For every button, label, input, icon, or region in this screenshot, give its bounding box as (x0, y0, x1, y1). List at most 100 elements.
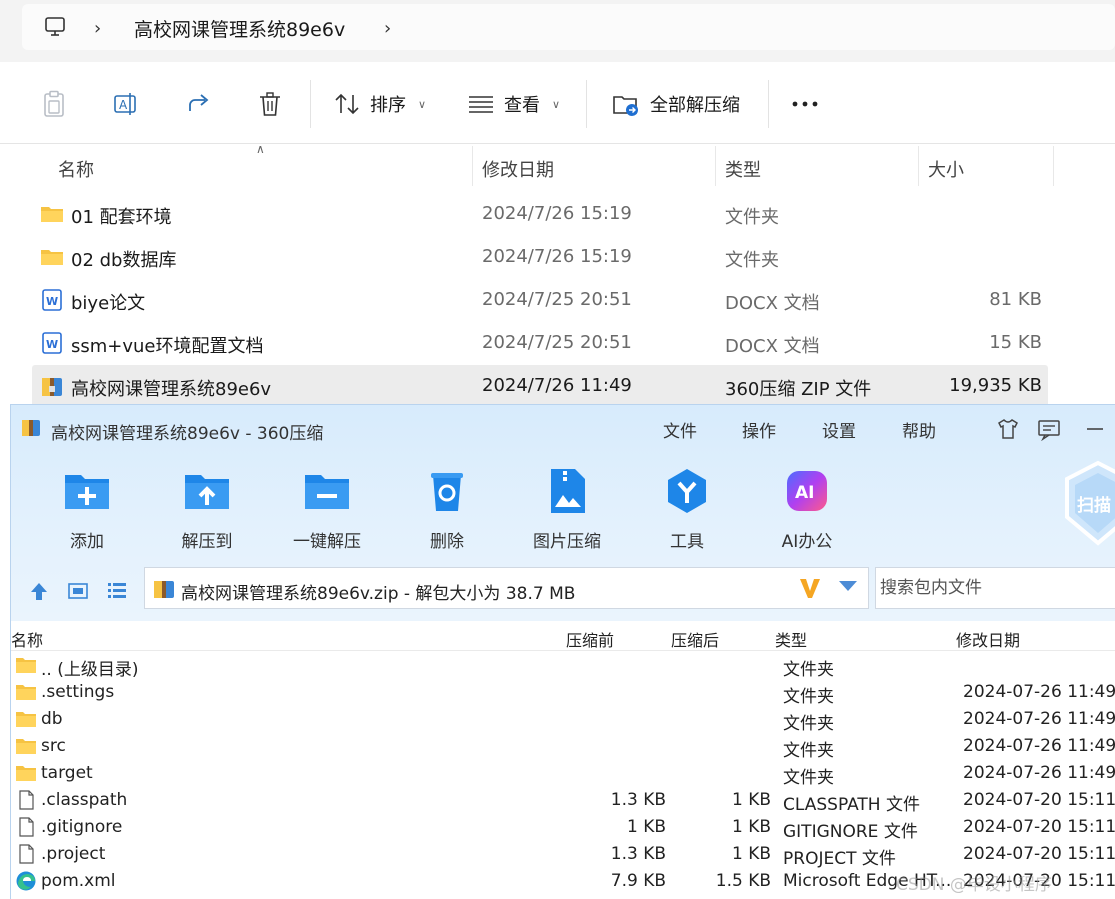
entry-before: 1.3 KB (610, 844, 666, 864)
file-row[interactable]: 01 配套环境 2024/7/26 15:19 文件夹 (32, 193, 1048, 235)
tools-button[interactable]: 工具 (632, 465, 742, 555)
computer-icon[interactable] (44, 16, 66, 38)
skin-tshirt-icon[interactable] (996, 417, 1020, 441)
clipboard-icon (44, 90, 64, 117)
zip-entry-row[interactable]: .gitignore 1 KB 1 KB GITIGNORE 文件 2024-0… (11, 814, 1115, 842)
folder-icon (16, 739, 36, 754)
column-divider[interactable] (715, 146, 716, 186)
chevron-right-icon[interactable]: › (94, 18, 101, 39)
svg-text:W: W (46, 338, 58, 351)
entry-name: .project (41, 844, 106, 864)
file-row-selected[interactable]: 高校网课管理系统89e6v 2024/7/26 11:49 360压缩 ZIP … (32, 365, 1048, 407)
entry-modified: 2024-07-26 11:49 (963, 763, 1115, 783)
breadcrumb-folder[interactable]: 高校网课管理系统89e6v (134, 15, 345, 42)
entry-type: 文件夹 (783, 687, 834, 707)
column-modified[interactable]: 修改日期 (482, 156, 554, 182)
rename-button[interactable]: A (113, 88, 139, 120)
file-row[interactable]: W biye论文 2024/7/25 20:51 DOCX 文档 81 KB (32, 279, 1048, 321)
zip-window-title: 高校网课管理系统89e6v - 360压缩 (51, 424, 324, 444)
svg-text:A: A (119, 98, 128, 112)
feedback-icon[interactable] (1037, 417, 1061, 441)
entry-after: 1.5 KB (715, 871, 771, 891)
entry-modified: 2024-07-26 11:49 (963, 709, 1115, 729)
zip-title-bar[interactable]: 高校网课管理系统89e6v - 360压缩 文件 操作 设置 帮助 (11, 405, 1115, 451)
sort-button[interactable]: 排序 ∨ (334, 88, 426, 120)
add-button[interactable]: 添加 (32, 465, 142, 555)
zip-column-modified[interactable]: 修改日期 (956, 627, 1020, 651)
zip-entry-row[interactable]: .. (上级目录) 文件夹 (11, 652, 1115, 680)
file-type: DOCX 文档 (725, 336, 820, 357)
more-icon (792, 101, 818, 107)
column-divider[interactable] (472, 146, 473, 186)
entry-modified: 2024-07-26 11:49 (963, 736, 1115, 756)
column-type[interactable]: 类型 (725, 156, 761, 182)
list-view-icon[interactable] (106, 580, 128, 602)
thumbnail-view-icon[interactable] (67, 580, 89, 602)
delete-button[interactable] (258, 88, 282, 120)
one-click-extract-button[interactable]: 一键解压 (272, 465, 382, 555)
address-bar[interactable]: › 高校网课管理系统89e6v › (22, 4, 1115, 50)
entry-type: PROJECT 文件 (783, 849, 896, 869)
column-divider[interactable] (1053, 146, 1054, 186)
image-compress-button[interactable]: 图片压缩 (512, 465, 622, 555)
zip-path-box[interactable]: 高校网课管理系统89e6v.zip - 解包大小为 38.7 MB (144, 567, 869, 609)
zip-entry-row[interactable]: db 文件夹 2024-07-26 11:49 (11, 706, 1115, 734)
zip-column-type[interactable]: 类型 (775, 627, 807, 651)
command-bar: A 排序 ∨ 查看 ∨ 全部解压缩 (0, 62, 1115, 144)
file-size: 15 KB (989, 332, 1042, 353)
ai-office-button[interactable]: AI AI办公 (752, 465, 862, 555)
menu-help[interactable]: 帮助 (902, 417, 936, 442)
zip-entry-row[interactable]: src 文件夹 2024-07-26 11:49 (11, 733, 1115, 761)
zip-archive-icon (42, 378, 62, 396)
zip-entry-row[interactable]: .project 1.3 KB 1 KB PROJECT 文件 2024-07-… (11, 841, 1115, 869)
zip-path-text: 高校网课管理系统89e6v.zip - 解包大小为 38.7 MB (181, 584, 576, 604)
zip-column-name[interactable]: 名称 (11, 627, 43, 651)
svg-text:AI: AI (795, 483, 814, 503)
chevron-down-icon: ∨ (418, 97, 427, 111)
file-icon (19, 790, 34, 810)
column-divider[interactable] (918, 146, 919, 186)
entry-type: 文件夹 (783, 714, 834, 734)
file-modified: 2024/7/26 11:49 (482, 375, 632, 396)
entry-type: 文件夹 (783, 660, 834, 680)
file-icon (19, 844, 34, 864)
more-options-button[interactable] (792, 88, 818, 120)
minimize-icon[interactable] (1083, 417, 1107, 441)
extract-to-button[interactable]: 解压到 (152, 465, 262, 555)
extract-all-button[interactable]: 全部解压缩 (612, 88, 740, 120)
up-arrow-icon[interactable] (28, 580, 50, 602)
entry-name: .gitignore (41, 817, 123, 837)
view-label: 查看 (504, 95, 540, 116)
file-name: ssm+vue环境配置文档 (71, 336, 264, 357)
column-size[interactable]: 大小 (928, 156, 964, 182)
delete-button[interactable]: 删除 (392, 465, 502, 555)
entry-name: .. (上级目录) (41, 660, 139, 680)
recycle-bin-icon (431, 473, 463, 511)
column-name[interactable]: 名称 (58, 156, 94, 182)
share-button[interactable] (186, 88, 212, 120)
v-logo-icon[interactable] (797, 575, 823, 601)
menu-operation[interactable]: 操作 (742, 417, 776, 442)
zip-search-input[interactable] (875, 567, 1115, 609)
rename-icon: A (114, 93, 136, 115)
chevron-right-icon[interactable]: › (384, 18, 391, 39)
menu-file[interactable]: 文件 (663, 417, 697, 442)
zip-entry-row[interactable]: target 文件夹 2024-07-26 11:49 (11, 760, 1115, 788)
entry-name: target (41, 763, 93, 783)
zip-entry-row[interactable]: .settings 文件夹 2024-07-26 11:49 (11, 679, 1115, 707)
dropdown-arrow-icon[interactable] (839, 581, 857, 591)
entry-after: 1 KB (731, 817, 771, 837)
file-row[interactable]: W ssm+vue环境配置文档 2024/7/25 20:51 DOCX 文档 … (32, 322, 1048, 364)
entry-modified: 2024-07-20 15:11 (963, 844, 1115, 864)
folder-icon (16, 685, 36, 700)
entry-type: 文件夹 (783, 768, 834, 788)
zip-column-after[interactable]: 压缩后 (671, 627, 719, 651)
entry-name: pom.xml (41, 871, 116, 891)
zip-entry-row[interactable]: .classpath 1.3 KB 1 KB CLASSPATH 文件 2024… (11, 787, 1115, 815)
file-row[interactable]: 02 db数据库 2024/7/26 15:19 文件夹 (32, 236, 1048, 278)
paste-button[interactable] (42, 88, 66, 120)
scan-badge-icon[interactable]: 扫描 (1063, 459, 1115, 549)
view-button[interactable]: 查看 ∨ (468, 88, 560, 120)
zip-column-before[interactable]: 压缩前 (566, 627, 614, 651)
menu-settings[interactable]: 设置 (822, 417, 856, 442)
